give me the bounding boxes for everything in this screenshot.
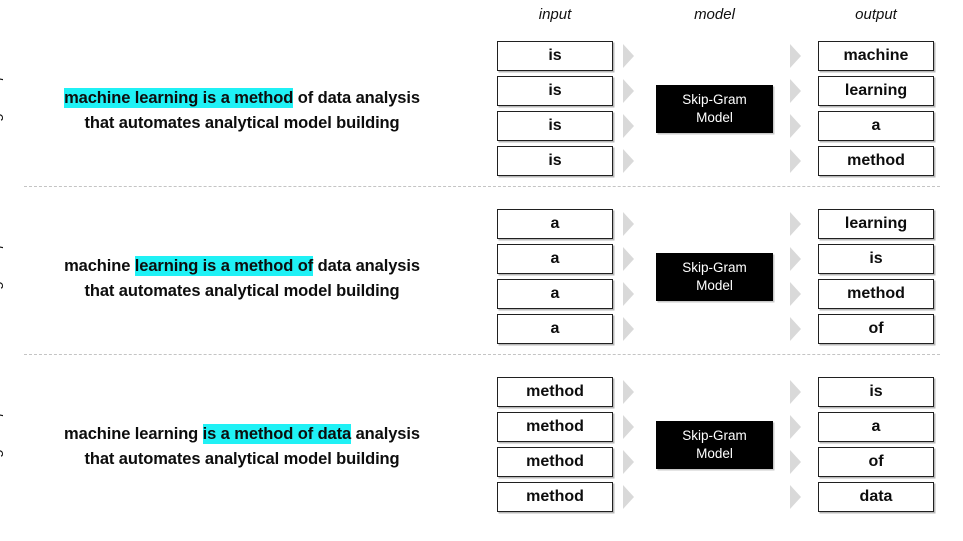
output-box[interactable]: of xyxy=(818,447,934,477)
input-box[interactable]: is xyxy=(497,111,613,141)
input-box[interactable]: a xyxy=(497,279,613,309)
skip-gram-model-box[interactable]: Skip-Gram Model xyxy=(656,421,773,469)
model-box-line1: Skip-Gram xyxy=(682,92,747,107)
model-box-line1: Skip-Gram xyxy=(682,260,747,275)
model-box-line2: Model xyxy=(696,446,733,461)
output-box[interactable]: a xyxy=(818,412,934,442)
arrow-right-icon xyxy=(789,43,802,69)
arrow-right-icon xyxy=(622,281,635,307)
input-box[interactable]: method xyxy=(497,482,613,512)
input-box[interactable]: method xyxy=(497,412,613,442)
arrow-right-icon xyxy=(622,113,635,139)
input-box[interactable]: is xyxy=(497,146,613,176)
input-box[interactable]: a xyxy=(497,244,613,274)
training-sentence-3: machine learning is a method of data ana… xyxy=(36,422,448,472)
skip-gram-model-box[interactable]: Skip-Gram Model xyxy=(656,85,773,133)
sentence-highlight-3: is a method of data xyxy=(202,424,352,444)
block-separator xyxy=(24,186,940,187)
input-box[interactable]: method xyxy=(497,447,613,477)
sentence-highlight-2: learning is a method of xyxy=(134,256,314,276)
block-separator xyxy=(24,354,940,355)
sentence-suffix-3: analysis xyxy=(351,425,420,443)
model-box-line2: Model xyxy=(696,110,733,125)
training-sentence-2: machine learning is a method of data ana… xyxy=(36,254,448,304)
sentence-prefix-3: machine learning xyxy=(64,425,203,443)
arrow-right-icon xyxy=(622,449,635,475)
arrow-right-icon xyxy=(789,148,802,174)
arrow-right-icon xyxy=(622,484,635,510)
input-box[interactable]: is xyxy=(497,41,613,71)
arrow-right-icon xyxy=(789,449,802,475)
arrow-right-icon xyxy=(789,246,802,272)
output-box[interactable]: is xyxy=(818,244,934,274)
arrow-right-icon xyxy=(622,414,635,440)
sentence-suffix-2: data analysis xyxy=(313,257,420,275)
output-box[interactable]: method xyxy=(818,146,934,176)
arrow-right-icon xyxy=(789,281,802,307)
arrow-right-icon xyxy=(622,148,635,174)
skip-gram-model-box[interactable]: Skip-Gram Model xyxy=(656,253,773,301)
output-box[interactable]: is xyxy=(818,377,934,407)
output-box[interactable]: a xyxy=(818,111,934,141)
arrow-right-icon xyxy=(622,78,635,104)
arrow-right-icon xyxy=(789,211,802,237)
arrow-right-icon xyxy=(789,113,802,139)
sentence-line2-1: that automates analytical model building xyxy=(84,114,400,132)
sentence-highlight-1: machine learning is a method xyxy=(64,88,294,108)
training-sentence-1: machine learning is a method of data ana… xyxy=(36,86,448,136)
arrow-right-icon xyxy=(789,484,802,510)
sentence-line2-3: that automates analytical model building xyxy=(84,450,400,468)
model-box-line1: Skip-Gram xyxy=(682,428,747,443)
input-box[interactable]: a xyxy=(497,314,613,344)
column-header-output: output xyxy=(855,6,897,23)
side-label-training-samples-3: training samples xyxy=(0,388,4,498)
arrow-right-icon xyxy=(622,246,635,272)
arrow-right-icon xyxy=(622,316,635,342)
arrow-right-icon xyxy=(789,414,802,440)
arrow-right-icon xyxy=(789,379,802,405)
sentence-suffix-1: of data analysis xyxy=(293,89,420,107)
arrow-right-icon xyxy=(622,379,635,405)
sentence-prefix-2: machine xyxy=(64,257,135,275)
column-header-model: model xyxy=(694,6,735,23)
side-label-training-samples-1: training samples xyxy=(0,52,4,162)
arrow-right-icon xyxy=(789,78,802,104)
model-box-line2: Model xyxy=(696,278,733,293)
output-box[interactable]: machine xyxy=(818,41,934,71)
arrow-right-icon xyxy=(622,211,635,237)
diagram-canvas: input model output training samples mach… xyxy=(0,0,963,541)
input-box[interactable]: method xyxy=(497,377,613,407)
input-box[interactable]: is xyxy=(497,76,613,106)
output-box[interactable]: method xyxy=(818,279,934,309)
output-box[interactable]: learning xyxy=(818,76,934,106)
output-box[interactable]: of xyxy=(818,314,934,344)
arrow-right-icon xyxy=(789,316,802,342)
column-header-input: input xyxy=(538,6,572,23)
sentence-line2-2: that automates analytical model building xyxy=(84,282,400,300)
input-box[interactable]: a xyxy=(497,209,613,239)
output-box[interactable]: data xyxy=(818,482,934,512)
side-label-training-samples-2: training samples xyxy=(0,220,4,330)
arrow-right-icon xyxy=(622,43,635,69)
output-box[interactable]: learning xyxy=(818,209,934,239)
